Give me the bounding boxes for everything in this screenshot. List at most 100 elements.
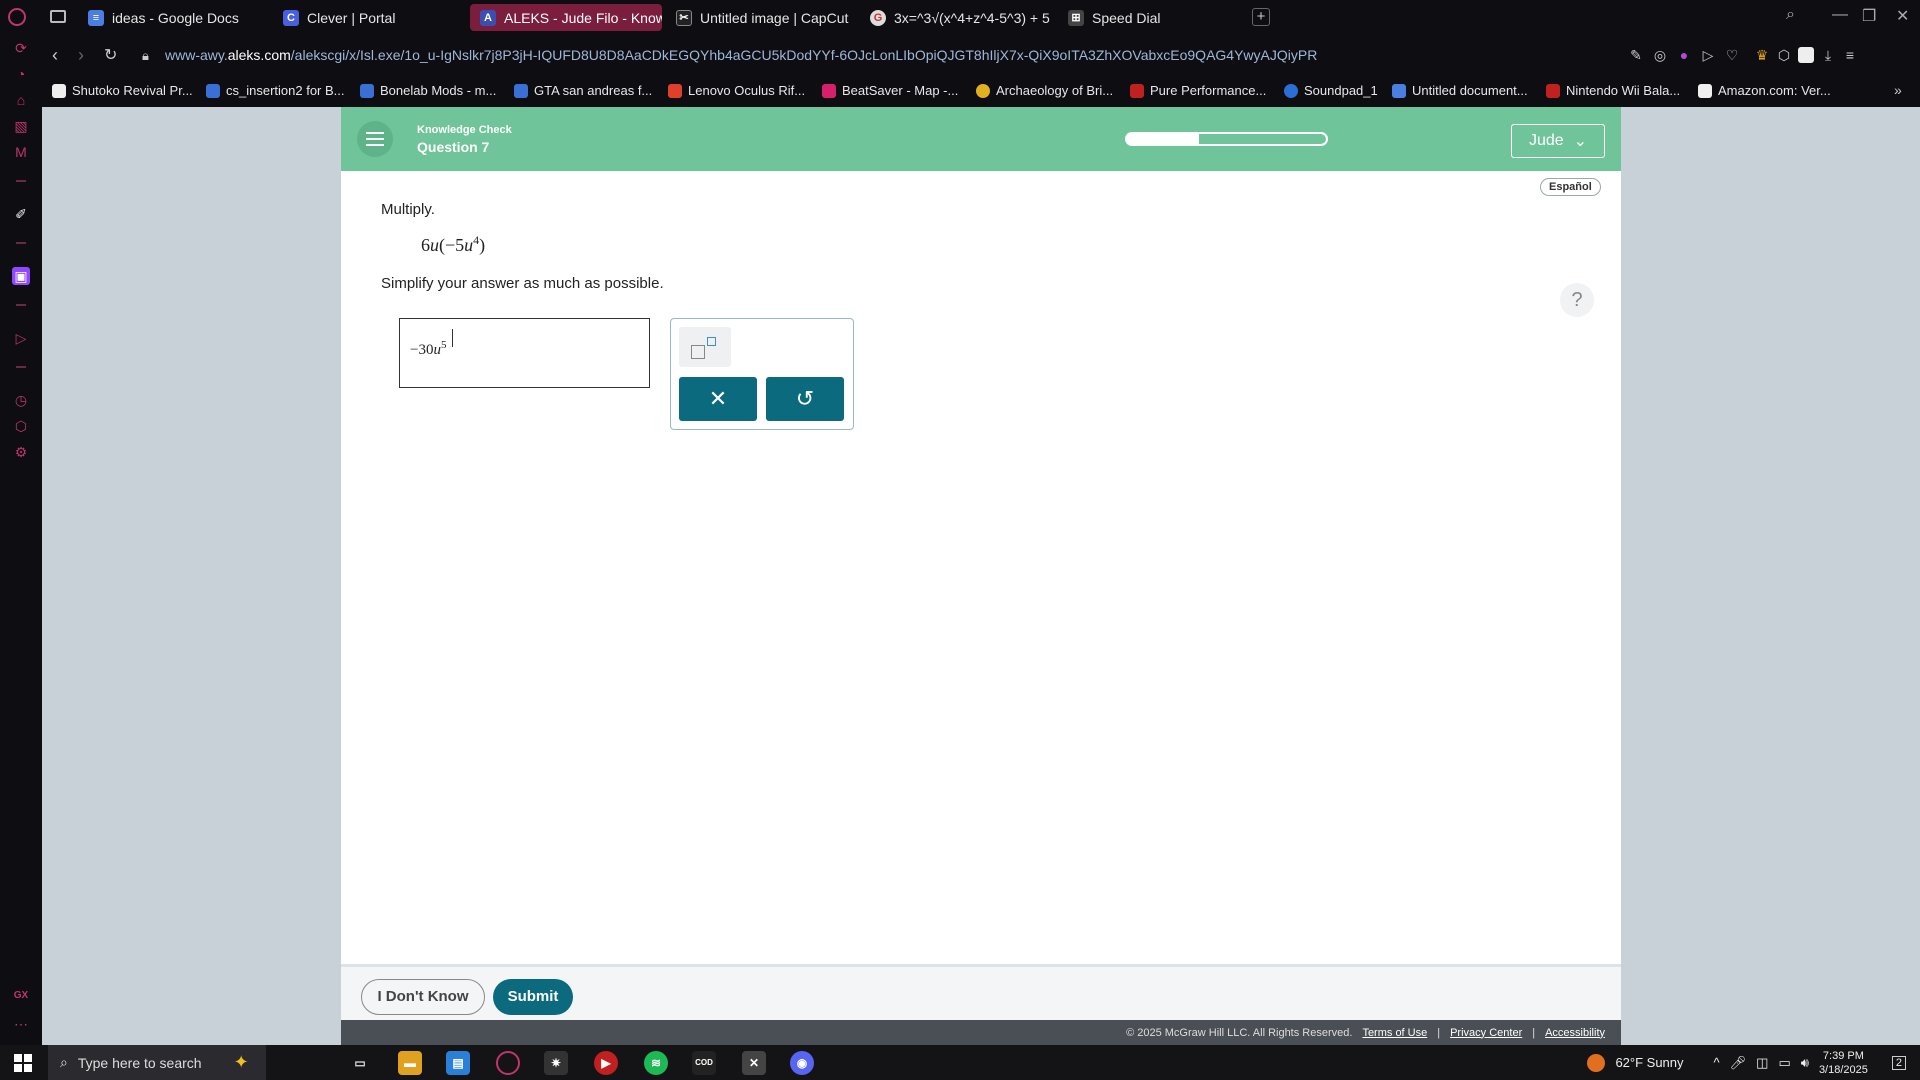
- opera-logo-icon[interactable]: [8, 8, 26, 26]
- opera-gx-icon[interactable]: [496, 1051, 520, 1075]
- camera-icon[interactable]: ◎: [1652, 47, 1668, 63]
- player-icon[interactable]: ▷: [12, 329, 30, 347]
- more-bookmarks-icon[interactable]: »: [1894, 82, 1902, 98]
- beatsaver-icon: [822, 83, 836, 98]
- help-button[interactable]: ?: [1560, 283, 1594, 317]
- media-player-icon[interactable]: ▶: [594, 1051, 618, 1075]
- store-icon[interactable]: ▤: [446, 1051, 470, 1075]
- exponent-box-icon: [707, 337, 716, 346]
- discord-icon[interactable]: ◉: [790, 1051, 814, 1075]
- taskbar-search[interactable]: ⌕ Type here to search ✦: [48, 1045, 266, 1080]
- answer-input[interactable]: −30u5: [399, 318, 650, 388]
- reload-icon[interactable]: ↻: [104, 45, 117, 65]
- game-icon[interactable]: ✕: [742, 1051, 766, 1075]
- close-window-icon[interactable]: ✕: [1896, 6, 1909, 26]
- aria-icon[interactable]: ◔: [12, 65, 30, 83]
- tab-aleks[interactable]: A ALEKS - Jude Filo - Knowle: [470, 4, 662, 31]
- bookmark-item[interactable]: cs_insertion2 for B...: [206, 83, 345, 98]
- profile-avatar[interactable]: [1798, 47, 1814, 63]
- accessibility-link[interactable]: Accessibility: [1545, 1027, 1605, 1039]
- download-icon[interactable]: ⤓: [1820, 47, 1836, 63]
- bookmark-item[interactable]: Archaeology of Bri...: [976, 83, 1113, 98]
- bookmark-item[interactable]: Amazon.com: Ver...: [1698, 83, 1831, 98]
- bookmark-item[interactable]: Pure Performance...: [1130, 83, 1266, 98]
- bookmark-item[interactable]: Nintendo Wii Bala...: [1546, 83, 1680, 98]
- menu-bar: [366, 132, 384, 134]
- app-icon[interactable]: ✷: [544, 1051, 568, 1075]
- tab-search-icon[interactable]: ⌕: [1786, 6, 1795, 24]
- send-icon[interactable]: ▷: [1700, 47, 1716, 63]
- minimize-icon[interactable]: —: [1832, 6, 1848, 24]
- clock[interactable]: 7:39 PM 3/18/2025: [1819, 1049, 1868, 1077]
- messenger-icon[interactable]: M: [12, 143, 30, 161]
- volume-icon[interactable]: 🔊︎: [1801, 1055, 1809, 1071]
- more-icon[interactable]: ⋯: [12, 1015, 30, 1033]
- chevron-up-icon[interactable]: ^: [1714, 1055, 1720, 1070]
- tab-google-search[interactable]: G 3x=^3√(x^4+z^4-5^3) + 5: [860, 4, 1050, 31]
- undo-button[interactable]: ↺: [766, 377, 844, 421]
- history-icon[interactable]: ◷: [12, 391, 30, 409]
- bookmark-item[interactable]: Shutoko Revival Pr...: [52, 83, 193, 98]
- call-of-duty-icon[interactable]: COD: [692, 1051, 716, 1075]
- task-view-icon[interactable]: ▭: [348, 1051, 372, 1075]
- new-tab-icon[interactable]: +: [1252, 8, 1270, 26]
- forward-icon[interactable]: ›: [78, 45, 84, 66]
- chevron-down-icon: ⌄: [1573, 133, 1588, 150]
- bookmark-item[interactable]: Bonelab Mods - m...: [360, 83, 496, 98]
- box-icon[interactable]: ⬡: [12, 417, 30, 435]
- bookmark-item[interactable]: Lenovo Oculus Rif...: [668, 83, 805, 98]
- search-placeholder: Type here to search: [77, 1054, 202, 1071]
- google-icon: G: [870, 9, 886, 26]
- tab-google-docs[interactable]: ≡ ideas - Google Docs: [78, 4, 268, 31]
- logo-square: [24, 1054, 32, 1062]
- url-field[interactable]: www-awy.aleks.com/alekscgi/x/Isl.exe/1o_…: [165, 47, 1317, 63]
- file-explorer-icon[interactable]: ▬: [398, 1051, 422, 1075]
- windows-start-icon[interactable]: [14, 1054, 32, 1072]
- edit-icon[interactable]: ✎: [1628, 47, 1644, 63]
- menu-icon[interactable]: ≡: [1842, 47, 1858, 63]
- tab-capcut[interactable]: ✂ Untitled image | CapCut: [666, 4, 856, 31]
- exponent-template-button[interactable]: [679, 327, 731, 367]
- webcam-icon[interactable]: ◫: [1756, 1055, 1768, 1071]
- weather-text[interactable]: 62°F Sunny: [1615, 1055, 1683, 1070]
- bookmark-item[interactable]: Untitled document...: [1392, 83, 1528, 98]
- dont-know-button[interactable]: I Don't Know: [361, 979, 485, 1015]
- wallet-icon[interactable]: ▧: [12, 117, 30, 135]
- bookmark-label: Archaeology of Bri...: [996, 83, 1114, 98]
- browser-sidebar: ⟳ ◔ ⌂ ▧ M ✐ ▣ ▷ ◷ ⬡ ⚙ GX ⋯: [0, 35, 42, 1045]
- spotify-icon[interactable]: ≋: [644, 1051, 668, 1075]
- maximize-icon[interactable]: ❐: [1862, 6, 1876, 26]
- vpn-shield-icon[interactable]: ●: [1676, 47, 1692, 63]
- problem-expression: 6u(−5u4): [421, 233, 485, 256]
- lock-icon[interactable]: 🔒︎: [142, 48, 149, 64]
- tab-clever[interactable]: C Clever | Portal: [273, 4, 463, 31]
- clear-button[interactable]: ✕: [679, 377, 757, 421]
- privacy-link[interactable]: Privacy Center: [1450, 1027, 1522, 1039]
- microphone-icon[interactable]: 🎤︎: [1730, 1055, 1747, 1071]
- settings-icon[interactable]: ⚙: [12, 443, 30, 461]
- sync-icon[interactable]: ⟳: [12, 39, 30, 57]
- problem-instruction: Multiply.: [381, 201, 435, 218]
- twitch-icon[interactable]: ▣: [12, 267, 30, 285]
- submit-button[interactable]: Submit: [493, 979, 573, 1015]
- bookmark-item[interactable]: BeatSaver - Map -...: [822, 83, 958, 98]
- back-icon[interactable]: ‹: [52, 45, 58, 66]
- cake-icon[interactable]: ⌂: [12, 91, 30, 109]
- tab-overview-icon[interactable]: [50, 10, 66, 23]
- tab-speed-dial[interactable]: ⊞ Speed Dial: [1058, 4, 1238, 31]
- heart-icon[interactable]: ♡: [1724, 47, 1740, 63]
- user-menu-button[interactable]: Jude ⌄: [1511, 124, 1605, 158]
- extension-icon[interactable]: ♛: [1754, 47, 1770, 63]
- bookmark-item[interactable]: GTA san andreas f...: [514, 83, 652, 98]
- pen-icon[interactable]: ✐: [12, 205, 30, 223]
- terms-link[interactable]: Terms of Use: [1362, 1027, 1427, 1039]
- network-icon[interactable]: ▭: [1778, 1055, 1790, 1071]
- menu-bar: [366, 144, 384, 146]
- google-docs-icon: ≡: [88, 9, 104, 26]
- cube-icon[interactable]: ⬡: [1776, 47, 1792, 63]
- hamburger-menu-button[interactable]: [357, 121, 393, 157]
- bookmark-item[interactable]: Soundpad_1: [1284, 83, 1378, 98]
- gx-icon[interactable]: GX: [12, 987, 30, 1005]
- language-toggle-button[interactable]: Español: [1540, 178, 1601, 196]
- notifications-icon[interactable]: 2: [1891, 1055, 1906, 1070]
